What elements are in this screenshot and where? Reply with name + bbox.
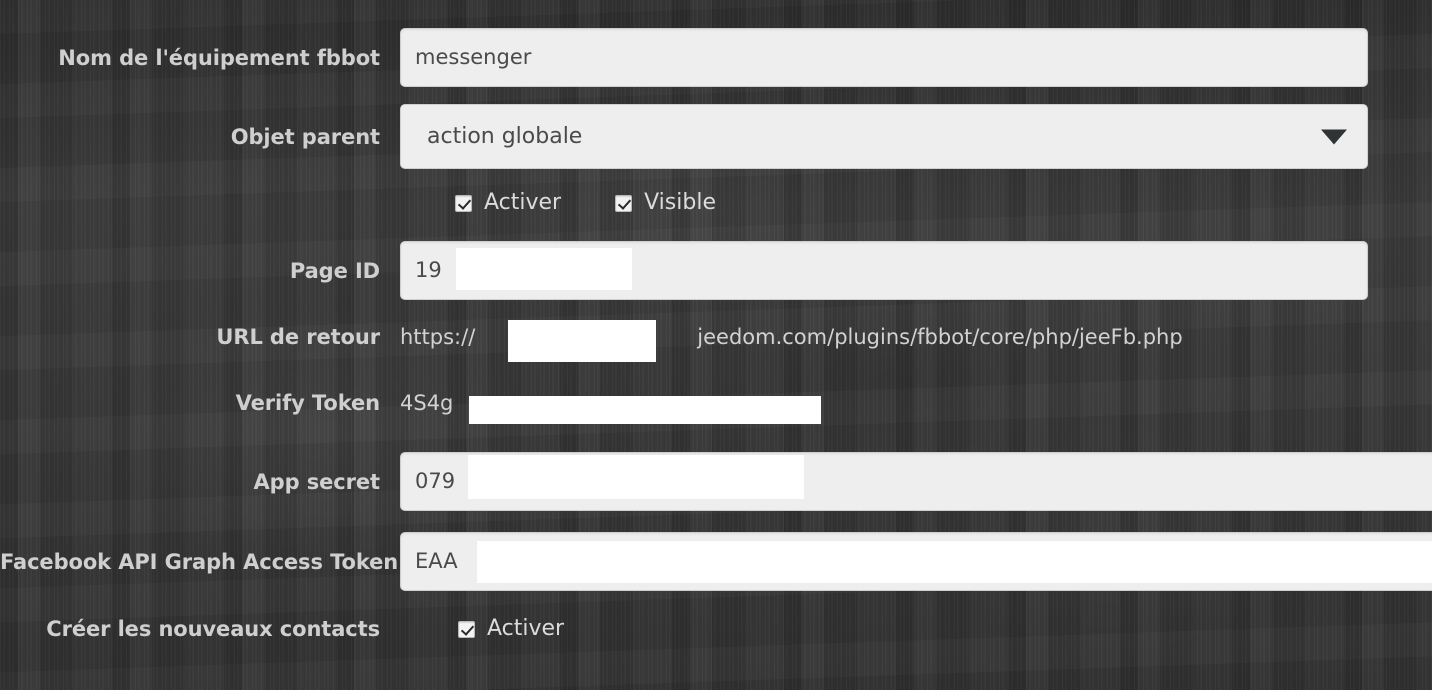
return-url-prefix: https:// — [400, 325, 476, 349]
field-area-parent-object: action globale — [400, 104, 1432, 169]
checkbox-create-contacts-activer[interactable]: Activer — [458, 617, 564, 641]
equipment-name-input[interactable]: messenger — [400, 28, 1368, 87]
redaction-page-id — [456, 248, 632, 290]
form-row-equipment-name: Nom de l'équipement fbbot messenger — [0, 28, 1432, 87]
chevron-down-icon — [1321, 129, 1347, 144]
equipment-configuration-form: Nom de l'équipement fbbot messenger Obje… — [0, 0, 1432, 690]
label-return-url: URL de retour — [216, 325, 380, 349]
label-app-secret: App secret — [253, 469, 381, 494]
checkbox-activer-box[interactable] — [455, 194, 472, 212]
checkbox-visible[interactable]: Visible — [615, 191, 716, 215]
field-area-enable-visible: Activer Visible — [400, 191, 1432, 215]
form-row-create-contacts: Créer les nouveaux contacts Activer — [0, 616, 1432, 642]
form-row-parent-object: Objet parent action globale — [0, 104, 1432, 169]
label-parent-object: Objet parent — [230, 124, 380, 149]
checkbox-activer[interactable]: Activer — [455, 191, 561, 215]
label-access-token: Facebook API Graph Access Token — [0, 549, 399, 574]
form-row-return-url: URL de retour https:// jeedom.com/plugins… — [0, 323, 1432, 351]
label-verify-token: Verify Token — [235, 391, 381, 415]
label-page-id: Page ID — [289, 258, 380, 283]
field-area-create-contacts: Activer — [400, 617, 1432, 641]
redaction-app-secret — [468, 455, 804, 499]
form-row-enable-visible: Activer Visible — [0, 191, 1432, 215]
create-contacts-checkbox-group: Activer — [400, 617, 1432, 641]
return-url-suffix: jeedom.com/plugins/fbbot/core/php/jeeFb.… — [697, 325, 1183, 349]
label-create-contacts: Créer les nouveaux contacts — [46, 617, 380, 641]
field-area-equipment-name: messenger — [400, 28, 1432, 87]
parent-object-selected-value: action globale — [427, 124, 583, 149]
checkbox-visible-label: Visible — [644, 190, 716, 215]
checkbox-create-contacts-box[interactable] — [458, 620, 475, 638]
enable-visible-checkbox-group: Activer Visible — [400, 191, 1432, 215]
redaction-return-url-host — [508, 320, 656, 362]
checkbox-create-contacts-label: Activer — [487, 616, 565, 641]
label-equipment-name: Nom de l'équipement fbbot — [58, 45, 380, 70]
checkbox-activer-label: Activer — [484, 190, 562, 215]
redaction-verify-token — [469, 396, 821, 424]
form-row-page-id: Page ID 19 — [0, 241, 1432, 300]
checkbox-visible-box[interactable] — [615, 194, 633, 212]
parent-object-select[interactable]: action globale — [400, 104, 1368, 169]
redaction-access-token — [477, 541, 1432, 583]
